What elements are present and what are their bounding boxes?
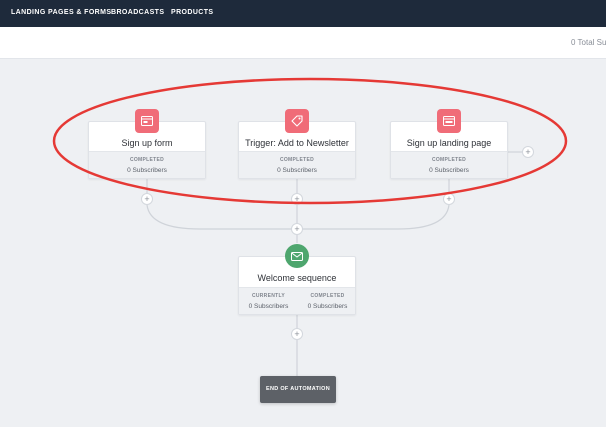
subscriber-count: 0 Subscribers — [277, 167, 317, 174]
tag-icon — [285, 109, 309, 133]
form-icon — [135, 109, 159, 133]
card-title: Trigger: Add to Newsletter — [245, 138, 349, 148]
card-footer: COMPLETED 0 Subscribers — [89, 151, 205, 178]
completed-label: COMPLETED — [310, 293, 345, 299]
card-title: Sign up landing page — [406, 138, 492, 148]
total-subscribers: 0 Total Subs — [571, 38, 606, 47]
card-title: Welcome sequence — [257, 273, 337, 283]
currently-label: CURRENTLY — [251, 293, 286, 299]
nav-landing-pages-forms[interactable]: LANDING PAGES & FORMS — [11, 9, 111, 16]
nav-products[interactable]: PRODUCTS — [171, 9, 213, 16]
landing-page-icon — [437, 109, 461, 133]
end-label: END OF AUTOMATION — [266, 386, 330, 392]
add-step-button[interactable]: + — [291, 328, 303, 340]
top-nav-bar: LANDING PAGES & FORMS BROADCASTS PRODUCT… — [0, 0, 606, 27]
card-footer: CURRENTLY 0 Subscribers COMPLETED 0 Subs… — [239, 287, 355, 314]
status-column: COMPLETED 0 Subscribers — [391, 152, 507, 179]
completed-column: COMPLETED 0 Subscribers — [298, 288, 357, 315]
status-column: COMPLETED 0 Subscribers — [89, 152, 205, 179]
card-footer: COMPLETED 0 Subscribers — [391, 151, 507, 178]
card-footer: COMPLETED 0 Subscribers — [239, 151, 355, 178]
currently-column: CURRENTLY 0 Subscribers — [239, 288, 298, 315]
add-step-button[interactable]: + — [291, 223, 303, 235]
subscriber-count: 0 Subscribers — [127, 167, 167, 174]
automation-header: 0 Total Subs — [0, 27, 606, 59]
status-label: COMPLETED — [129, 157, 165, 163]
completed-count: 0 Subscribers — [307, 303, 348, 310]
add-step-button[interactable]: + — [443, 193, 455, 205]
add-step-button[interactable]: + — [291, 193, 303, 205]
envelope-icon — [285, 244, 309, 268]
status-label: COMPLETED — [279, 157, 315, 163]
nav-broadcasts[interactable]: BROADCASTS — [111, 9, 164, 16]
status-label: COMPLETED — [431, 157, 467, 163]
automation-canvas: Sign up form COMPLETED 0 Subscribers Tri… — [0, 59, 606, 427]
currently-count: 0 Subscribers — [248, 303, 289, 310]
add-trigger-button[interactable]: + — [522, 146, 534, 158]
status-column: COMPLETED 0 Subscribers — [239, 152, 355, 179]
subscriber-count: 0 Subscribers — [429, 167, 469, 174]
add-step-button[interactable]: + — [141, 193, 153, 205]
end-of-automation: END OF AUTOMATION — [260, 376, 336, 403]
card-title: Sign up form — [121, 138, 173, 148]
